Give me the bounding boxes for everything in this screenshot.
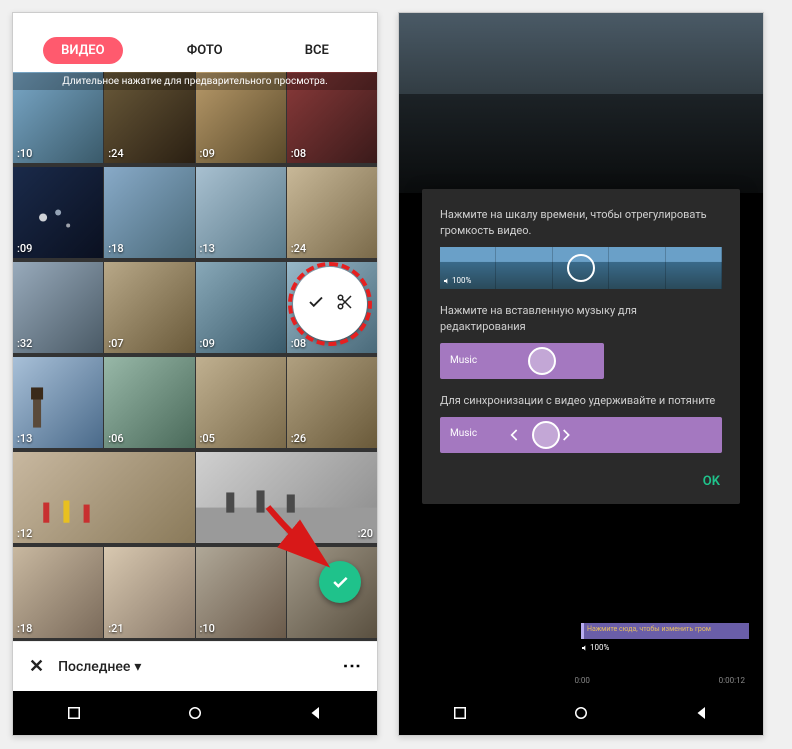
android-nav-bar	[399, 691, 763, 735]
video-thumb[interactable]: :06	[104, 357, 194, 448]
bottom-toolbar: ✕ Последнее ▾ ⋮	[13, 641, 377, 691]
video-thumb[interactable]: :12	[13, 452, 195, 543]
editor-timeline-area: Нажмите сюда, чтобы изменить гром 100% 0…	[413, 603, 749, 685]
timeline-track[interactable]: Нажмите сюда, чтобы изменить гром	[581, 623, 749, 639]
editor-screen: Нажмите на шкалу времени, чтобы отрегули…	[398, 12, 764, 736]
nav-home-icon[interactable]	[186, 704, 204, 722]
music-tap-handle[interactable]	[528, 347, 556, 375]
tab-video[interactable]: ВИДЕО	[43, 37, 123, 64]
scissors-icon[interactable]	[336, 293, 354, 315]
duration-label: :08	[291, 147, 306, 160]
duration-label: :32	[17, 337, 32, 350]
hint-music-sync: Для синхронизации с видео удерживайте и …	[440, 393, 722, 409]
album-dropdown[interactable]: Последнее ▾	[58, 659, 141, 675]
more-icon[interactable]: ⋮	[341, 657, 362, 676]
music-label: Music	[450, 354, 477, 369]
video-thumb[interactable]: :12 :20	[196, 452, 378, 543]
duration-label: :09	[17, 242, 32, 255]
close-icon[interactable]: ✕	[29, 656, 44, 677]
duration-label: :26	[291, 432, 306, 445]
video-thumb[interactable]: :07	[104, 262, 194, 353]
duration-label: :13	[200, 242, 215, 255]
nav-back-icon[interactable]	[307, 704, 325, 722]
help-dialog: Нажмите на шкалу времени, чтобы отрегули…	[422, 189, 740, 504]
video-thumb[interactable]: :18	[13, 547, 103, 638]
video-preview[interactable]	[399, 13, 763, 193]
music-track-sync[interactable]: Music	[440, 417, 722, 453]
gallery-screen: ВИДЕО ФОТО ВСЕ Длительное нажатие для пр…	[12, 12, 378, 736]
duration-label: :09	[200, 147, 215, 160]
nav-recent-icon[interactable]	[65, 704, 83, 722]
duration-label: :18	[108, 242, 123, 255]
video-thumb[interactable]: :05	[196, 357, 286, 448]
drag-handle[interactable]	[510, 421, 582, 449]
status-bar	[13, 13, 377, 31]
nav-back-icon[interactable]	[693, 704, 711, 722]
confirm-select-icon[interactable]	[307, 293, 325, 315]
duration-label: :21	[108, 622, 123, 635]
selection-actions	[293, 267, 367, 341]
video-thumb[interactable]: :13	[196, 167, 286, 258]
video-thumb[interactable]: :24	[104, 72, 194, 163]
duration-label: :07	[108, 337, 123, 350]
video-thumb[interactable]: :09	[196, 262, 286, 353]
duration-label: :12	[17, 527, 32, 540]
video-thumb[interactable]: :13	[13, 357, 103, 448]
duration-label: :09	[200, 337, 215, 350]
video-thumb[interactable]: :10	[13, 72, 103, 163]
duration-label: :24	[108, 147, 123, 160]
video-thumb[interactable]: :09	[196, 72, 286, 163]
video-thumb[interactable]: :18	[104, 167, 194, 258]
time-markers: 0:00 0:00:12	[413, 676, 749, 685]
duration-label: :12	[286, 527, 301, 540]
video-grid: Длительное нажатие для предварительного …	[13, 72, 377, 641]
music-label: Music	[450, 427, 477, 442]
ok-button[interactable]: OK	[440, 467, 722, 494]
duration-label: :10	[17, 147, 32, 160]
hint-music-edit: Нажмите на вставленную музыку для редакт…	[440, 303, 722, 335]
media-type-tabs: ВИДЕО ФОТО ВСЕ	[13, 31, 377, 72]
volume-label: 100%	[443, 275, 471, 287]
confirm-fab[interactable]	[319, 561, 361, 603]
hint-timeline: Нажмите на шкалу времени, чтобы отрегули…	[440, 207, 722, 239]
video-thumb[interactable]: :26	[287, 357, 377, 448]
album-label: Последнее	[58, 659, 130, 675]
duration-label: :08	[291, 337, 306, 350]
duration-label: :24	[291, 242, 306, 255]
volume-handle[interactable]	[567, 254, 595, 282]
video-thumb[interactable]: :21	[104, 547, 194, 638]
track-volume-label: 100%	[581, 643, 609, 652]
duration-label: :10	[200, 622, 215, 635]
duration-label: :20	[358, 527, 373, 540]
tab-photo[interactable]: ФОТО	[169, 37, 241, 64]
video-thumb[interactable]: :10	[196, 547, 286, 638]
nav-recent-icon[interactable]	[451, 704, 469, 722]
duration-label: :06	[108, 432, 123, 445]
duration-label: :13	[17, 432, 32, 445]
timeline-strip[interactable]: 100%	[440, 247, 722, 289]
video-thumb[interactable]: :09	[13, 167, 103, 258]
duration-label: :18	[17, 622, 32, 635]
music-track-edit[interactable]: Music	[440, 343, 604, 379]
video-thumb[interactable]: :24	[287, 167, 377, 258]
nav-home-icon[interactable]	[572, 704, 590, 722]
android-nav-bar	[13, 691, 377, 735]
chevron-down-icon: ▾	[134, 659, 141, 675]
tab-all[interactable]: ВСЕ	[287, 37, 347, 64]
video-thumb[interactable]: :32	[13, 262, 103, 353]
video-thumb[interactable]: :08	[287, 72, 377, 163]
duration-label: :05	[200, 432, 215, 445]
